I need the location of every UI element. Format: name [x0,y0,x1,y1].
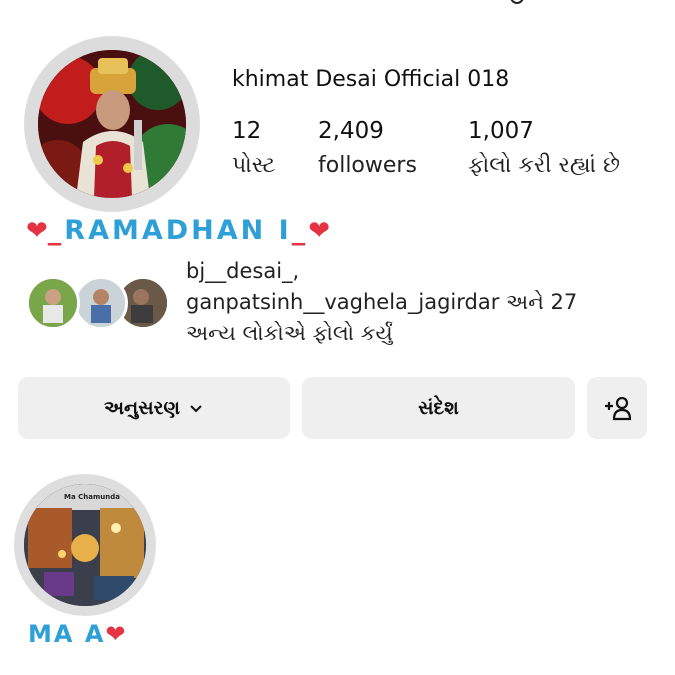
avatar-image [38,50,186,198]
following-count: 1,007 [468,118,534,144]
followers-label: followers [318,153,417,178]
followed-by-users: ganpatsinh__vaghela_jagirdar અને 27 [186,290,578,314]
posts-count: 12 [232,118,262,144]
bio-dash: _ [291,215,309,246]
highlight-cover-image: Ma Chamunda [24,484,146,606]
heart-icon: ❤ [308,215,330,246]
following-label: ફોલો કરી રહ્યાં છે [468,153,620,178]
followed-by-tail: અન્ય લોકોએ ફોલો કર્યું [186,321,393,345]
followed-by-text[interactable]: bj__desai_, ganpatsinh__vaghela_jagirdar… [186,256,646,349]
partial-icon [510,0,524,4]
followers-stat[interactable]: 2,409 followers [318,116,417,182]
profile-username: khimat Desai Official 018 [232,67,510,92]
mutual-follower-avatar[interactable] [26,276,80,330]
message-button-label: સંદેશ [418,397,459,419]
followers-count: 2,409 [318,118,384,144]
add-user-icon [605,396,632,421]
profile-avatar[interactable] [38,50,186,198]
message-button[interactable]: સંદેશ [302,377,575,439]
highlight-title: MA A [28,620,106,648]
highlight-cover-caption: Ma Chamunda [64,493,120,501]
heart-icon: ❤ [105,620,126,648]
following-button[interactable]: અનુસરણ [18,377,290,439]
profile-bio: ❤ _ RAMADHAN I _ ❤ [26,215,330,246]
highlight-item[interactable]: Ma Chamunda [24,484,146,606]
chevron-down-icon [190,405,202,413]
bio-dash: _ [47,215,65,246]
following-stat[interactable]: 1,007 ફોલો કરી રહ્યાં છે [468,116,620,182]
mutual-follower-avatar[interactable] [74,276,128,330]
posts-stat[interactable]: 12 પોસ્ટ [232,116,275,182]
heart-icon: ❤ [26,215,48,246]
add-user-button[interactable] [587,377,647,439]
top-bar-remnant [0,0,675,8]
following-button-label: અનુસરણ [104,397,180,419]
highlight-label: MA A❤ [28,620,126,648]
followed-by-users: bj__desai_, [186,259,300,283]
bio-text: RAMADHAN I [64,215,292,246]
posts-label: પોસ્ટ [232,153,276,178]
